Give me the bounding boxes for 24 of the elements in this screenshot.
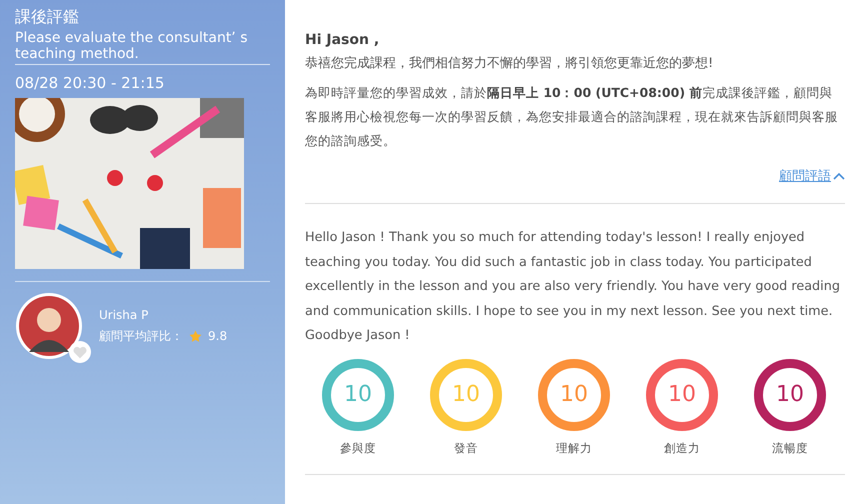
subtitle: Please evaluate the consultant’ s teaching method. [15, 30, 270, 65]
score-ring: 10 [538, 358, 610, 430]
score-ring: 10 [322, 358, 394, 430]
score-ring: 10 [754, 358, 826, 430]
score-label: 理解力 [556, 440, 592, 456]
congrats-text: 恭禧您完成課程，我們相信努力不懈的學習，將引領您更靠近您的夢想! [305, 55, 714, 73]
greeting: Hi Jason , [305, 32, 380, 48]
star-icon [189, 330, 202, 342]
comment-toggle-link[interactable]: 顧問評語 [779, 167, 845, 185]
avatar [15, 292, 83, 360]
chevron-icon [833, 172, 845, 180]
notice-text: 為即時評量您的學習成效，請於隔日早上 10：00 (UTC+08:00) 前完成課後評鑑，顧問與客服將用心檢視您每一次的學習反饋，為您安排最適合的諮詢課程，現在就來告訴顧問與客服您的諮詢感受。 [305, 84, 839, 150]
score-label: 流暢度 [772, 440, 808, 456]
score-ring: 10 [430, 358, 502, 430]
score-label: 發音 [454, 440, 478, 456]
lesson-time: 08/28 20:30 - 21:15 [15, 74, 166, 92]
consultant-comment: Hello Jason ! Thank you so much for attending today's lesson! I really enjoyed teaching you today. You did such a fantastic job in class today. You participated excellently in the lesson and you are also very friendly. You have very good reading and communication skills. I hope to see you in my next lesson. See you next time. Goodbye Jason ! [305, 229, 841, 345]
page-title: 課後評鑑 [15, 6, 80, 28]
score-label: 參與度 [340, 440, 376, 456]
rating-label: 顧問平均評比： [99, 328, 183, 344]
score-label: 創造力 [664, 440, 700, 456]
rating-value: 9.8 [208, 329, 228, 343]
consultant-name: Urisha P [99, 308, 150, 322]
score-ring: 10 [646, 358, 718, 430]
